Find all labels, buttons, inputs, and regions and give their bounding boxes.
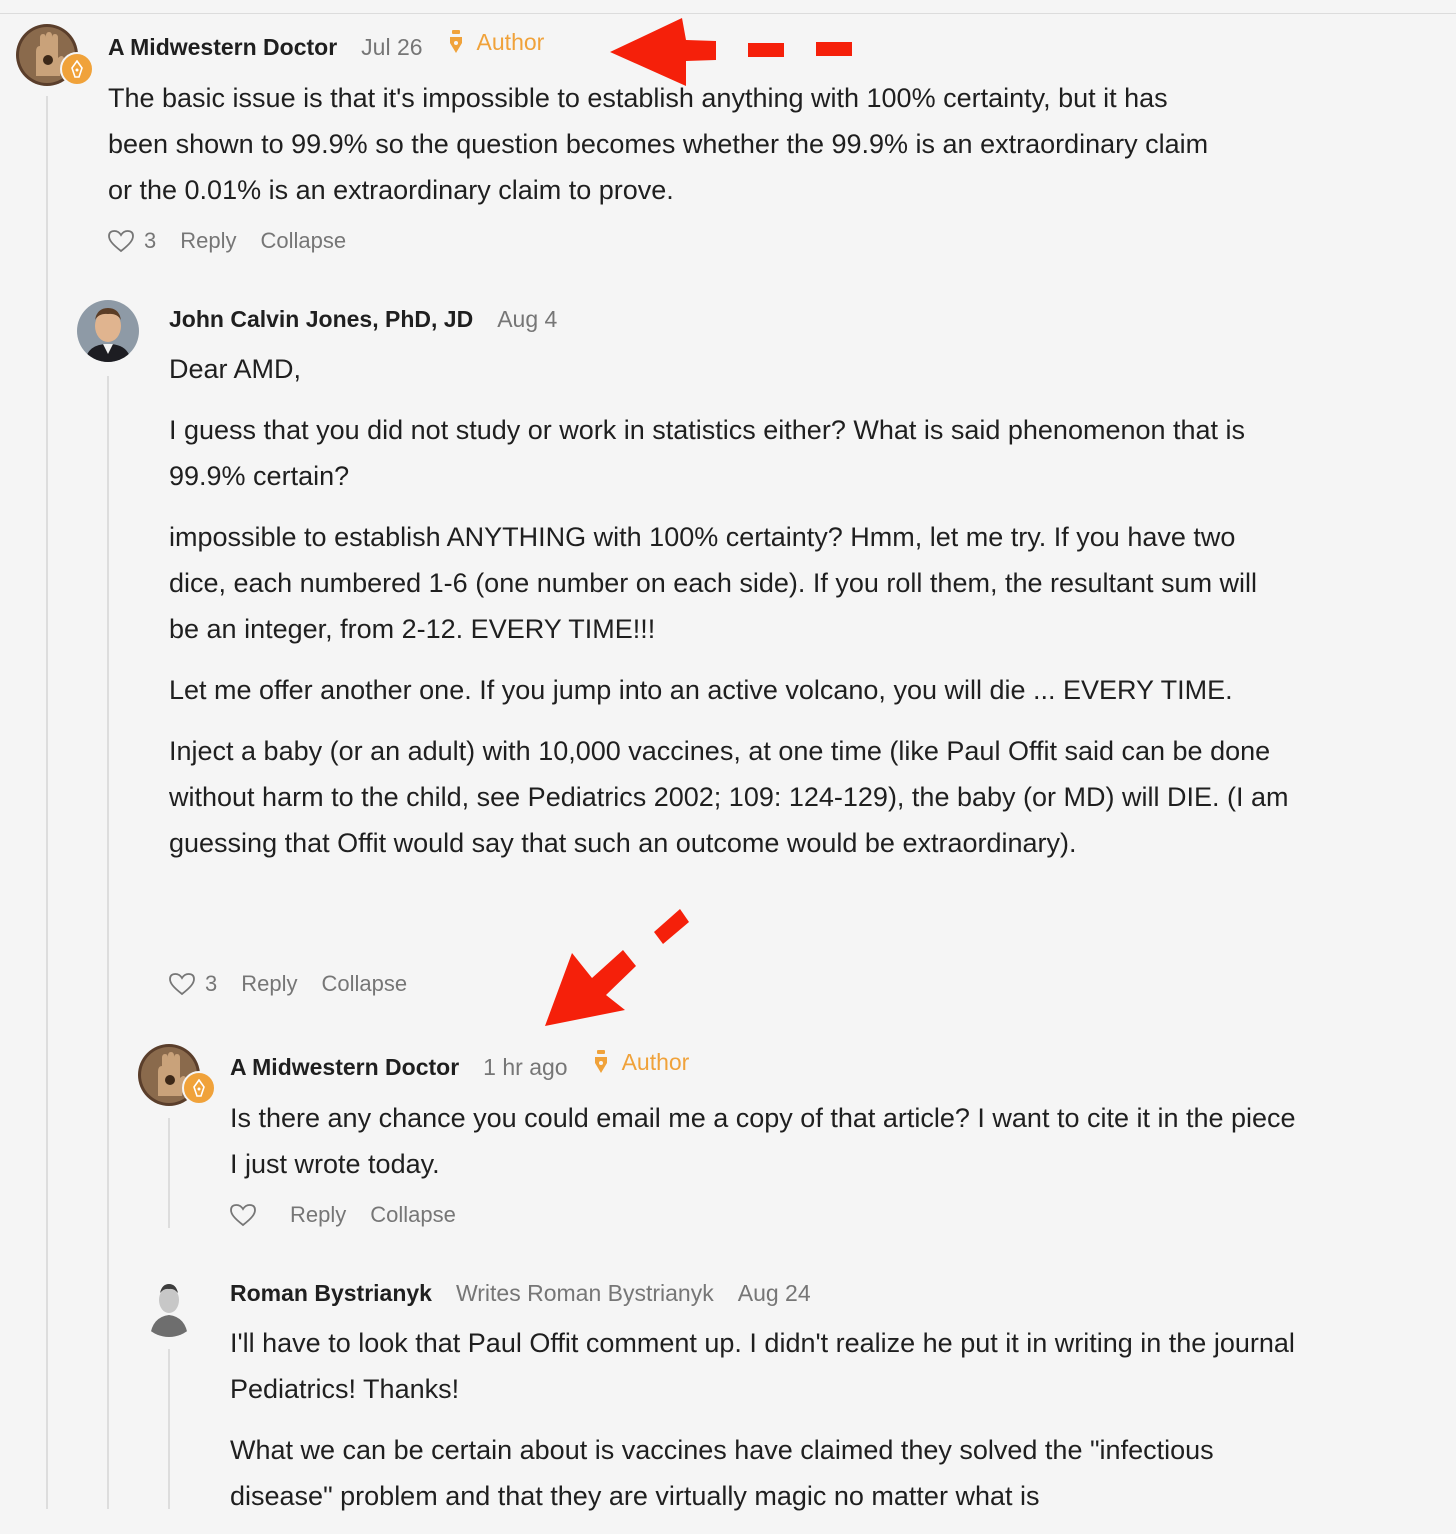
arrow-annotation — [610, 18, 852, 86]
arrow-annotation-layer — [545, 18, 852, 1026]
arrow-annotation — [545, 909, 689, 1026]
